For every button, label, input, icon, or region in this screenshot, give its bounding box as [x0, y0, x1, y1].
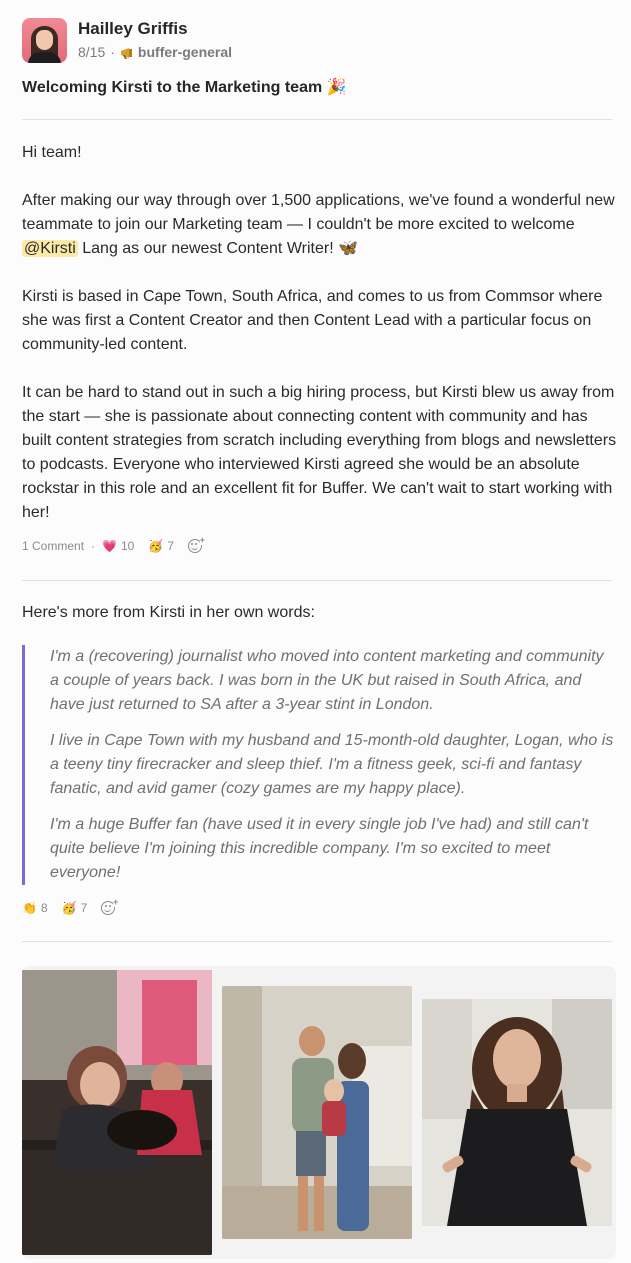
- author-name[interactable]: Hailley Griffis: [78, 18, 232, 40]
- clap-icon: 👏: [22, 901, 37, 915]
- reaction-party[interactable]: 🥳 7: [148, 539, 174, 553]
- party-icon: 🥳: [148, 539, 164, 553]
- quote-paragraph: I live in Cape Town with my husband and …: [50, 732, 614, 797]
- clap-count: 8: [40, 901, 48, 915]
- add-reaction-icon[interactable]: +: [187, 536, 205, 553]
- mention-kirsti[interactable]: @Kirsti: [22, 240, 78, 257]
- divider: [22, 941, 612, 942]
- heart-icon: 💗: [102, 539, 117, 553]
- comments-link[interactable]: 1 Comment: [22, 539, 84, 553]
- post-body: Hi team! After making our way through ov…: [22, 141, 617, 549]
- party-icon: 🥳: [61, 901, 77, 915]
- photo-gallery: [22, 966, 616, 1259]
- divider: [22, 580, 612, 581]
- reaction-separator: ·: [91, 539, 96, 553]
- party-count: 7: [167, 539, 174, 553]
- meta-separator: ·: [110, 44, 115, 60]
- paragraph-praise: It can be hard to stand out in such a bi…: [22, 384, 617, 521]
- followup-intro: Here's more from Kirsti in her own words…: [22, 604, 315, 621]
- post-meta: Hailley Griffis 8/15 · buffer-general: [78, 18, 232, 61]
- photo-yoga[interactable]: [22, 970, 212, 1255]
- avatar[interactable]: [22, 18, 67, 63]
- quote-paragraph: I'm a huge Buffer fan (have used it in e…: [50, 816, 589, 881]
- reaction-heart[interactable]: 💗 10: [102, 539, 134, 553]
- post-date[interactable]: 8/15: [78, 43, 105, 61]
- paragraph-announcement: After making our way through over 1,500 …: [22, 192, 615, 257]
- followup-reactions: 👏 8 🥳 7 +: [22, 898, 119, 915]
- add-reaction-icon[interactable]: +: [101, 898, 119, 915]
- divider: [22, 119, 612, 120]
- post-title: Welcoming Kirsti to the Marketing team 🎉: [22, 79, 347, 96]
- quote-paragraph: I'm a (recovering) journalist who moved …: [50, 648, 604, 713]
- post-header: Hailley Griffis 8/15 · buffer-general: [22, 18, 232, 63]
- photo-family[interactable]: [222, 986, 412, 1239]
- post-subline: 8/15 · buffer-general: [78, 43, 232, 61]
- greeting-text: Hi team!: [22, 144, 82, 161]
- photo-portrait[interactable]: [422, 999, 612, 1226]
- kirsti-quote: I'm a (recovering) journalist who moved …: [22, 645, 616, 885]
- reaction-clap[interactable]: 👏 8: [22, 901, 48, 915]
- megaphone-icon: [120, 48, 132, 59]
- heart-count: 10: [120, 539, 135, 553]
- party-count: 7: [80, 901, 88, 915]
- channel-link[interactable]: buffer-general: [138, 43, 232, 61]
- reaction-party[interactable]: 🥳 7: [62, 901, 88, 915]
- paragraph-background: Kirsti is based in Cape Town, South Afri…: [22, 288, 603, 353]
- post-reactions: 1 Comment · 💗 10 🥳 7 +: [22, 536, 205, 553]
